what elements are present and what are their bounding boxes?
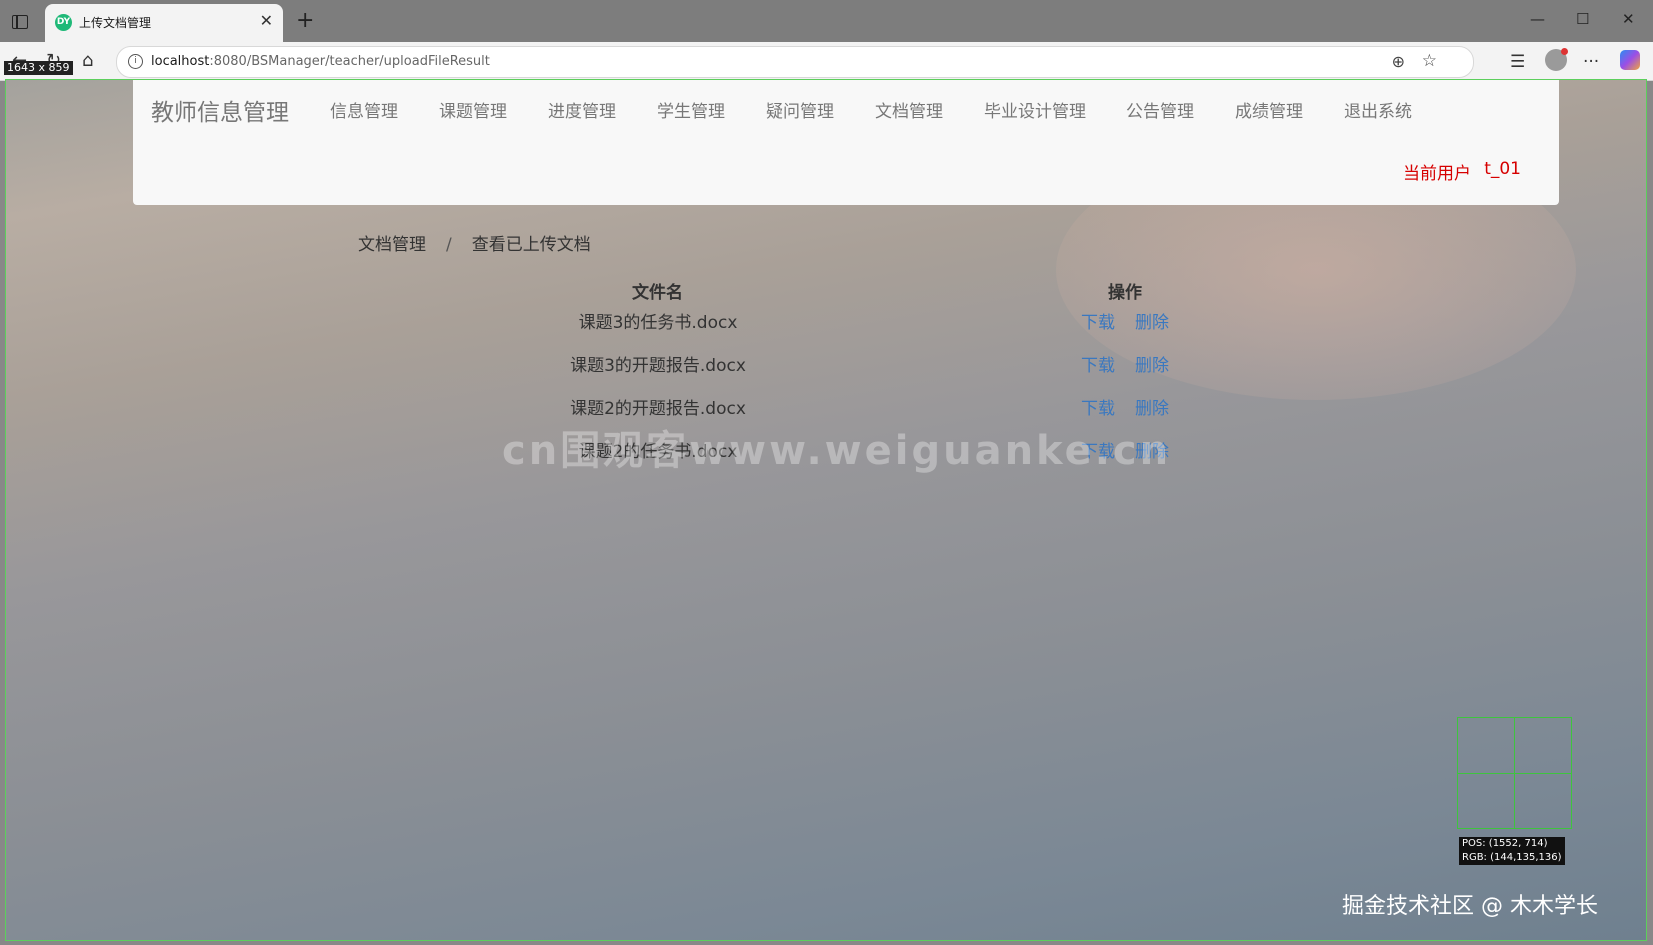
browser-tab-strip: DY 上传文档管理 ✕ + — ☐ ✕ — [0, 0, 1653, 42]
nav-item-students[interactable]: 学生管理 — [657, 97, 725, 122]
browser-tab[interactable]: DY 上传文档管理 ✕ — [45, 4, 283, 42]
page-viewport: 教师信息管理 信息管理 课题管理 进度管理 学生管理 疑问管理 文档管理 毕业设… — [5, 79, 1647, 941]
copilot-icon[interactable] — [1620, 50, 1640, 70]
window-close-icon[interactable]: ✕ — [1622, 10, 1635, 28]
address-bar-row: ← ↻ ⌂ i localhost:8080/BSManager/teacher… — [0, 42, 1653, 81]
nav-item-questions[interactable]: 疑问管理 — [766, 97, 834, 122]
delete-link[interactable]: 删除 — [1135, 394, 1169, 419]
new-tab-icon[interactable]: + — [296, 8, 314, 34]
column-header-filename: 文件名 — [632, 283, 683, 303]
watermark-text: cn围观客www.weiguanke.cn — [502, 428, 1172, 474]
tab-title: 上传文档管理 — [79, 16, 152, 30]
file-name: 课题2的开题报告.docx — [570, 399, 746, 419]
delete-link[interactable]: 删除 — [1135, 308, 1169, 333]
nav-item-progress[interactable]: 进度管理 — [548, 97, 616, 122]
color-picker-loupe — [1457, 717, 1572, 829]
url-text: localhost:8080/BSManager/teacher/uploadF… — [151, 54, 490, 69]
nav-item-info[interactable]: 信息管理 — [330, 97, 398, 122]
delete-link[interactable]: 删除 — [1135, 351, 1169, 376]
favorites-icon[interactable]: ☰ — [1510, 52, 1525, 72]
download-link[interactable]: 下载 — [1081, 351, 1115, 376]
file-name: 课题3的开题报告.docx — [570, 356, 746, 376]
download-link[interactable]: 下载 — [1081, 394, 1115, 419]
breadcrumb-parent[interactable]: 文档管理 — [358, 235, 426, 255]
favorite-star-icon[interactable]: ☆ — [1422, 51, 1437, 71]
minimize-icon[interactable]: — — [1530, 10, 1545, 28]
file-name: 课题3的任务书.docx — [578, 313, 738, 333]
picker-pos: POS: (1552, 714) — [1462, 838, 1548, 849]
current-user-label: 当前用户 — [1403, 164, 1471, 184]
url-input[interactable]: i localhost:8080/BSManager/teacher/uploa… — [116, 46, 1474, 78]
size-badge: 1643 x 859 — [4, 61, 73, 75]
nav-item-documents[interactable]: 文档管理 — [875, 97, 943, 122]
nav-item-topics[interactable]: 课题管理 — [439, 97, 507, 122]
nav-item-grades[interactable]: 成绩管理 — [1235, 97, 1303, 122]
breadcrumb-separator: / — [446, 235, 452, 255]
brand-title[interactable]: 教师信息管理 — [151, 93, 289, 127]
profile-avatar-icon[interactable] — [1545, 48, 1568, 71]
download-link[interactable]: 下载 — [1081, 308, 1115, 333]
breadcrumb-current: 查看已上传文档 — [471, 235, 591, 255]
column-header-actions: 操作 — [1108, 283, 1142, 303]
footer-watermark: 掘金技术社区 @ 木木学长 — [1342, 894, 1598, 919]
nav-item-announcements[interactable]: 公告管理 — [1126, 97, 1194, 122]
maximize-icon[interactable]: ☐ — [1576, 10, 1589, 28]
nav-item-graduation-design[interactable]: 毕业设计管理 — [984, 97, 1086, 122]
site-info-icon[interactable]: i — [128, 54, 143, 69]
color-picker-info: POS: (1552, 714) RGB: (144,135,136) — [1459, 837, 1565, 865]
favicon-icon: DY — [55, 14, 72, 31]
sidebar-toggle-icon[interactable] — [8, 10, 32, 34]
zoom-icon[interactable]: ⊕ — [1392, 52, 1405, 71]
nav-item-logout[interactable]: 退出系统 — [1344, 97, 1412, 122]
current-user-name: t_01 — [1484, 159, 1521, 179]
breadcrumb: 文档管理 / 查看已上传文档 — [358, 230, 591, 255]
more-menu-icon[interactable]: ··· — [1583, 52, 1599, 72]
tab-close-icon[interactable]: ✕ — [260, 11, 273, 30]
picker-rgb: RGB: (144,135,136) — [1462, 852, 1562, 863]
top-navbar: 教师信息管理 信息管理 课题管理 进度管理 学生管理 疑问管理 文档管理 毕业设… — [133, 80, 1559, 205]
home-icon[interactable]: ⌂ — [82, 50, 93, 71]
